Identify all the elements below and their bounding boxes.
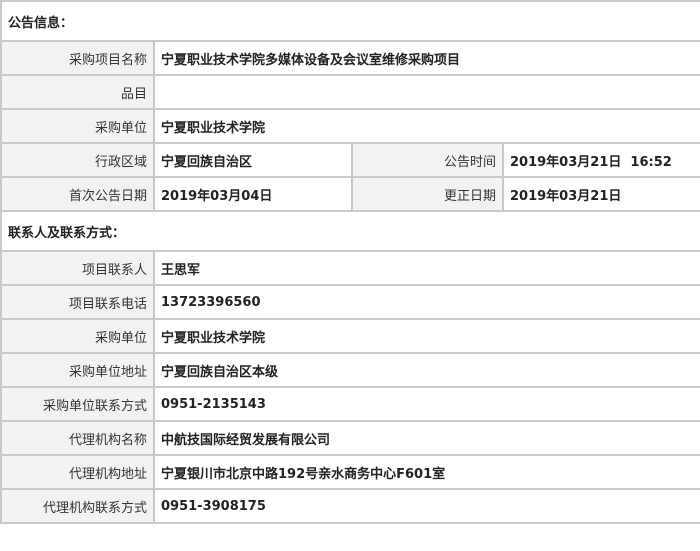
table-row: 代理机构联系方式 0951-3908175 xyxy=(2,490,700,524)
announce-time-value: 2019年03月21日 16:52 xyxy=(504,144,700,178)
table-row: 首次公告日期 2019年03月04日 更正日期 2019年03月21日 xyxy=(2,178,700,212)
contacts-section-title: 联系人及联系方式： xyxy=(2,212,700,252)
table-row: 采购项目名称 宁夏职业技术学院多媒体设备及会议室维修采购项目 xyxy=(2,42,700,76)
announce-time-label: 公告时间 xyxy=(353,144,504,178)
table-row: 行政区域 宁夏回族自治区 公告时间 2019年03月21日 16:52 xyxy=(2,144,700,178)
contacts-purchaser-value: 宁夏职业技术学院 xyxy=(155,320,700,354)
purchaser-address-value: 宁夏回族自治区本级 xyxy=(155,354,700,388)
agency-contact-value: 0951-3908175 xyxy=(155,490,700,524)
purchaser-label: 采购单位 xyxy=(2,110,155,144)
agency-name-label: 代理机构名称 xyxy=(2,422,155,456)
table-row: 采购单位地址 宁夏回族自治区本级 xyxy=(2,354,700,388)
project-contact-value: 王思军 xyxy=(155,252,700,286)
table-row: 采购单位联系方式 0951-2135143 xyxy=(2,388,700,422)
table-row: 代理机构名称 中航技国际经贸发展有限公司 xyxy=(2,422,700,456)
contacts-purchaser-label: 采购单位 xyxy=(2,320,155,354)
purchaser-contact-value: 0951-2135143 xyxy=(155,388,700,422)
first-date-value: 2019年03月04日 xyxy=(155,178,353,212)
project-contact-label: 项目联系人 xyxy=(2,252,155,286)
correction-date-value: 2019年03月21日 xyxy=(504,178,700,212)
correction-date-label: 更正日期 xyxy=(353,178,504,212)
project-name-label: 采购项目名称 xyxy=(2,42,155,76)
project-name-value: 宁夏职业技术学院多媒体设备及会议室维修采购项目 xyxy=(155,42,700,76)
table-row: 项目联系电话 13723396560 xyxy=(2,286,700,320)
section-header-row: 联系人及联系方式： xyxy=(2,212,700,252)
table-row: 采购单位 宁夏职业技术学院 xyxy=(2,110,700,144)
region-label: 行政区域 xyxy=(2,144,155,178)
first-date-label: 首次公告日期 xyxy=(2,178,155,212)
announcement-table: 公告信息： 采购项目名称 宁夏职业技术学院多媒体设备及会议室维修采购项目 品目 … xyxy=(0,0,700,524)
table-row: 项目联系人 王思军 xyxy=(2,252,700,286)
purchaser-value: 宁夏职业技术学院 xyxy=(155,110,700,144)
table-row: 采购单位 宁夏职业技术学院 xyxy=(2,320,700,354)
agency-address-label: 代理机构地址 xyxy=(2,456,155,490)
agency-name-value: 中航技国际经贸发展有限公司 xyxy=(155,422,700,456)
item-value xyxy=(155,76,700,110)
project-phone-label: 项目联系电话 xyxy=(2,286,155,320)
table-row: 品目 xyxy=(2,76,700,110)
agency-address-value: 宁夏银川市北京中路192号亲水商务中心F601室 xyxy=(155,456,700,490)
purchaser-contact-label: 采购单位联系方式 xyxy=(2,388,155,422)
table-row: 代理机构地址 宁夏银川市北京中路192号亲水商务中心F601室 xyxy=(2,456,700,490)
item-label: 品目 xyxy=(2,76,155,110)
announcement-sheet: 公告信息： 采购项目名称 宁夏职业技术学院多媒体设备及会议室维修采购项目 品目 … xyxy=(0,0,700,551)
purchaser-address-label: 采购单位地址 xyxy=(2,354,155,388)
section-header-row: 公告信息： xyxy=(2,2,700,42)
agency-contact-label: 代理机构联系方式 xyxy=(2,490,155,524)
region-value: 宁夏回族自治区 xyxy=(155,144,353,178)
announcement-section-title: 公告信息： xyxy=(2,2,700,42)
project-phone-value: 13723396560 xyxy=(155,286,700,320)
